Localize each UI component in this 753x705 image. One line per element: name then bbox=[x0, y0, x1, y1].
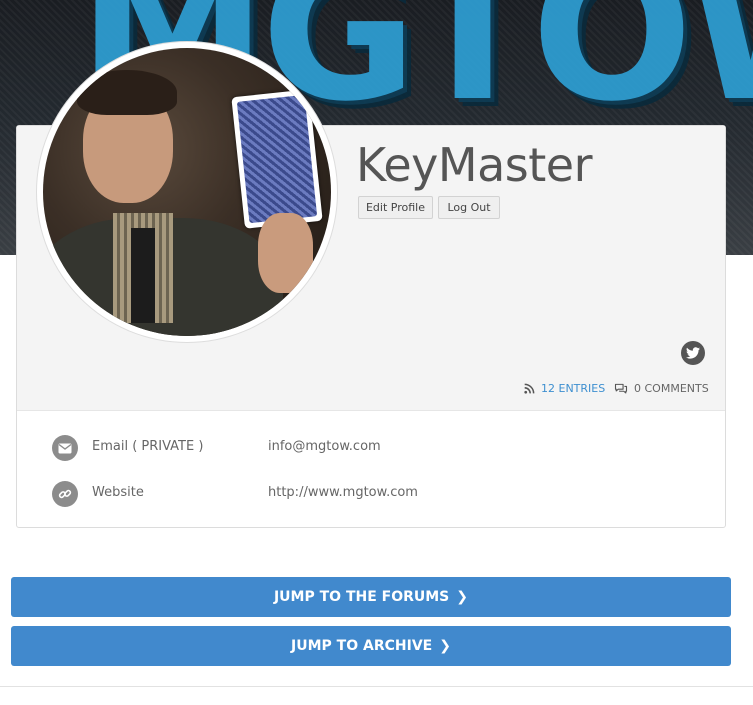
rss-icon bbox=[524, 383, 535, 394]
website-value[interactable]: http://www.mgtow.com bbox=[268, 485, 418, 500]
chevron-right-icon: ❯ bbox=[456, 589, 469, 605]
photo-playing-card bbox=[231, 89, 323, 229]
comments-link[interactable]: 0 COMMENTS bbox=[614, 380, 709, 396]
entries-count: 12 ENTRIES bbox=[541, 381, 606, 395]
chevron-right-icon: ❯ bbox=[439, 638, 451, 654]
jump-archive-label: JUMP TO ARCHIVE bbox=[291, 638, 433, 654]
twitter-glyph bbox=[686, 347, 700, 359]
photo-tie bbox=[131, 228, 155, 323]
link-glyph bbox=[58, 489, 72, 499]
logout-button[interactable]: Log Out bbox=[438, 196, 500, 219]
envelope-glyph bbox=[58, 443, 72, 453]
info-row-website: Website http://www.mgtow.com bbox=[52, 481, 702, 507]
avatar-photo bbox=[43, 48, 331, 336]
comments-icon bbox=[614, 383, 628, 394]
twitter-icon[interactable] bbox=[681, 341, 705, 365]
photo-hand bbox=[258, 213, 313, 293]
jump-to-archive-button[interactable]: JUMP TO ARCHIVE ❯ bbox=[11, 626, 731, 666]
profile-username: KeyMaster bbox=[356, 138, 593, 192]
website-label: Website bbox=[92, 485, 144, 500]
email-label: Email ( PRIVATE ) bbox=[92, 439, 204, 454]
photo-hair bbox=[77, 70, 177, 115]
link-icon bbox=[52, 481, 78, 507]
comments-count: 0 COMMENTS bbox=[634, 381, 709, 395]
jump-to-forums-button[interactable]: JUMP TO THE FORUMS ❯ bbox=[11, 577, 731, 617]
avatar bbox=[37, 42, 337, 342]
envelope-icon bbox=[52, 435, 78, 461]
info-row-email: Email ( PRIVATE ) info@mgtow.com bbox=[52, 435, 702, 461]
footer-divider bbox=[0, 686, 753, 687]
email-value[interactable]: info@mgtow.com bbox=[268, 439, 381, 454]
entries-link[interactable]: 12 ENTRIES bbox=[524, 380, 605, 396]
edit-profile-button[interactable]: Edit Profile bbox=[358, 196, 433, 219]
jump-forums-label: JUMP TO THE FORUMS bbox=[273, 589, 450, 605]
